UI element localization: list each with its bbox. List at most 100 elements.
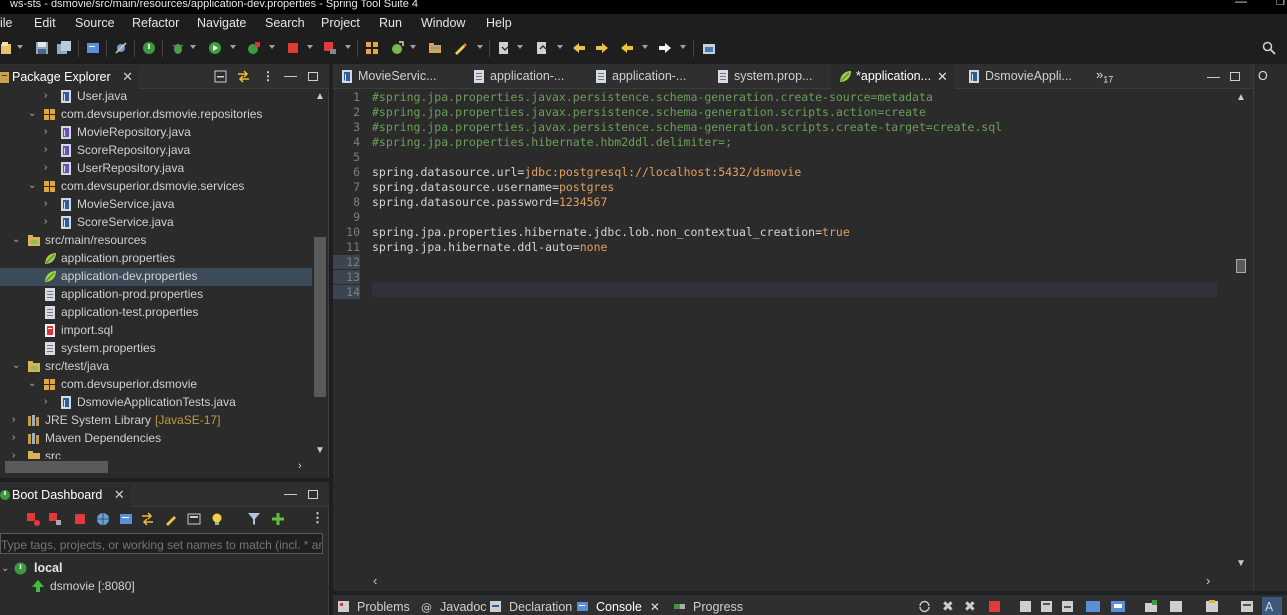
tree-item[interactable]: › Maven Dependencies xyxy=(0,430,312,448)
last-edit-location-icon[interactable] xyxy=(572,41,586,55)
menu-file[interactable]: ile xyxy=(0,16,13,30)
tree-item[interactable]: ⌄ com.devsuperior.dsmovie.repositories xyxy=(0,106,312,124)
relaunch-dropdown-icon[interactable] xyxy=(345,45,351,49)
close-icon[interactable]: ✕ xyxy=(650,600,660,614)
tree-item[interactable]: ⌄ com.devsuperior.dsmovie xyxy=(0,376,312,394)
code-text-area[interactable]: #spring.jpa.properties.javax.persistence… xyxy=(372,89,1217,569)
tree-item[interactable]: › I ScoreRepository.java xyxy=(0,142,312,160)
collapse-all-icon[interactable] xyxy=(214,70,227,83)
tree-item[interactable]: application-dev.properties xyxy=(0,268,312,286)
tree-item[interactable]: application.properties xyxy=(0,250,312,268)
remove-launch-icon[interactable]: ✖ xyxy=(942,598,954,615)
pin-editor-icon[interactable] xyxy=(702,41,716,55)
editor-vertical-scrollbar[interactable]: ▲ ▼ xyxy=(1233,89,1250,573)
next-annotation-dropdown-icon[interactable] xyxy=(517,45,523,49)
open-console-icon[interactable] xyxy=(119,512,133,526)
tree-item[interactable]: application-prod.properties xyxy=(0,286,312,304)
editor-horizontal-scrollbar[interactable]: ‹ › xyxy=(370,573,1217,589)
back-dropdown-icon[interactable] xyxy=(642,45,648,49)
editor-tab[interactable]: application-... xyxy=(465,64,579,89)
marker-pen-icon[interactable] xyxy=(453,41,467,55)
forward-dropdown-icon[interactable] xyxy=(680,45,686,49)
maximize-icon[interactable] xyxy=(307,488,320,501)
boot-dashboard-filter-input[interactable] xyxy=(0,533,323,554)
marker-dropdown-icon[interactable] xyxy=(477,45,483,49)
word-wrap-icon[interactable] xyxy=(1061,600,1074,613)
maximize-button[interactable]: ❐ xyxy=(1276,0,1285,8)
tree-item[interactable]: ⌄ src/test/java xyxy=(0,358,312,376)
bottom-tab[interactable]: Declaration xyxy=(489,600,572,614)
external-tool-dropdown-icon[interactable] xyxy=(269,45,275,49)
terminate-console-icon[interactable] xyxy=(989,601,1000,612)
tree-item[interactable]: ⌄ com.devsuperior.dsmovie.services xyxy=(0,178,312,196)
tree-item[interactable]: application-test.properties xyxy=(0,304,312,322)
chevron-right-icon[interactable]: › xyxy=(44,217,54,227)
run-dropdown-icon[interactable] xyxy=(230,45,236,49)
edit-icon[interactable] xyxy=(164,512,178,526)
menu-refactor[interactable]: Refactor xyxy=(132,16,179,30)
maximize-icon[interactable] xyxy=(1229,70,1242,83)
scrollbar-thumb[interactable] xyxy=(314,237,326,397)
minimize-icon[interactable]: — xyxy=(284,486,297,501)
chevron-right-icon[interactable]: › xyxy=(44,127,54,137)
debug-icon[interactable] xyxy=(171,41,185,55)
outline-tab[interactable]: O xyxy=(1258,69,1268,83)
chevron-down-icon[interactable]: ⌄ xyxy=(28,379,38,389)
minimize-icon[interactable]: — xyxy=(284,68,297,83)
package-explorer-tab[interactable]: Package Explorer ✕ xyxy=(0,66,140,89)
open-console-menu-icon[interactable] xyxy=(1169,600,1183,613)
chevron-right-icon[interactable]: › xyxy=(12,451,22,460)
save-all-icon[interactable] xyxy=(57,41,71,55)
bottom-tab[interactable]: @ Javadoc xyxy=(420,600,487,614)
scroll-up-icon[interactable]: ▲ xyxy=(315,91,325,102)
scrollbar-thumb[interactable] xyxy=(5,461,108,473)
menu-navigate[interactable]: Navigate xyxy=(197,16,246,30)
editor-tab[interactable]: J DsmovieAppli... xyxy=(960,64,1084,89)
menu-help[interactable]: Help xyxy=(486,16,512,30)
filter-icon[interactable] xyxy=(247,512,261,526)
tree-item[interactable]: › J ScoreService.java xyxy=(0,214,312,232)
close-icon[interactable]: ✕ xyxy=(937,69,948,85)
tree-item[interactable]: › I UserRepository.java xyxy=(0,160,312,178)
chevron-right-icon[interactable]: › xyxy=(44,199,54,209)
tree-item[interactable]: › J User.java xyxy=(0,89,312,106)
maximize-icon[interactable] xyxy=(307,70,320,83)
relaunch-icon[interactable] xyxy=(323,41,337,55)
terminate-icon[interactable] xyxy=(286,41,300,55)
bottom-tab[interactable]: Problems xyxy=(337,600,410,614)
stop-icon[interactable] xyxy=(73,512,87,526)
forward-icon[interactable] xyxy=(658,41,672,55)
terminate-dropdown-icon[interactable] xyxy=(307,45,313,49)
next-annotation-icon[interactable] xyxy=(497,41,511,55)
app-label[interactable]: dsmovie [:8080] xyxy=(50,579,135,593)
chevron-down-icon[interactable]: ⌄ xyxy=(1,563,9,574)
chevron-down-icon[interactable]: ⌄ xyxy=(12,361,22,371)
console-view-menu-icon[interactable] xyxy=(1205,600,1219,613)
open-type-icon[interactable] xyxy=(365,41,379,55)
chevron-right-icon[interactable]: › xyxy=(12,433,22,443)
search-icon[interactable] xyxy=(1262,41,1276,55)
view-menu-icon[interactable]: ⋮ xyxy=(311,510,324,526)
tree-horizontal-scrollbar[interactable]: › xyxy=(0,459,312,475)
close-icon[interactable]: ✕ xyxy=(122,69,133,84)
properties-icon[interactable] xyxy=(187,512,201,526)
menu-project[interactable]: Project xyxy=(321,16,360,30)
editor-tab[interactable]: system.prop... xyxy=(709,64,823,89)
new-icon[interactable] xyxy=(0,41,14,55)
tree-item[interactable]: system.properties xyxy=(0,340,312,358)
remove-all-launches-icon[interactable]: ✖ xyxy=(964,598,976,615)
debug-dropdown-icon[interactable] xyxy=(190,45,196,49)
scroll-left-icon[interactable]: ‹ xyxy=(373,573,377,588)
skip-breakpoints-icon[interactable] xyxy=(114,41,128,55)
scroll-right-icon[interactable]: › xyxy=(298,460,302,472)
menu-run[interactable]: Run xyxy=(379,16,402,30)
chevron-right-icon[interactable]: › xyxy=(44,145,54,155)
bottom-tab[interactable]: Console ✕ xyxy=(576,600,660,614)
minimize-button[interactable]: — xyxy=(1235,0,1247,7)
local-label[interactable]: local xyxy=(34,561,63,575)
back-icon[interactable] xyxy=(620,41,634,55)
tree-item[interactable]: › src xyxy=(0,448,312,459)
menu-source[interactable]: Source xyxy=(75,16,115,30)
new-console-icon[interactable] xyxy=(1144,600,1158,613)
prev-annotation-dropdown-icon[interactable] xyxy=(557,45,563,49)
